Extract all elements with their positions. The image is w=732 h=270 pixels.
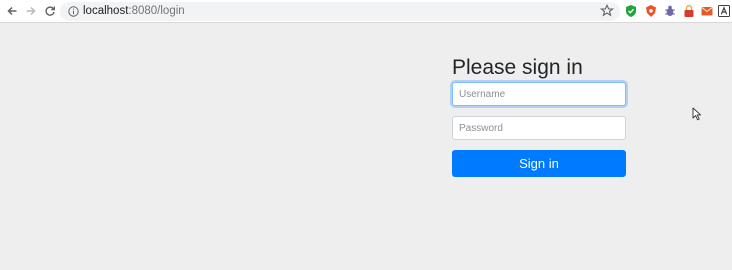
bookmark-star-icon[interactable] bbox=[600, 4, 614, 18]
url-text: localhost:8080/login bbox=[83, 5, 185, 18]
extension-shield-icon[interactable] bbox=[624, 4, 638, 18]
sign-in-button[interactable]: Sign in bbox=[452, 150, 626, 177]
browser-toolbar: localhost:8080/login bbox=[0, 0, 732, 23]
extension-bug-icon[interactable] bbox=[663, 4, 677, 18]
url-host: localhost bbox=[83, 5, 129, 17]
password-input[interactable] bbox=[452, 116, 626, 140]
url-path: :8080/login bbox=[128, 5, 185, 17]
extension-translate-icon[interactable] bbox=[717, 4, 731, 18]
back-icon[interactable] bbox=[5, 4, 19, 18]
forward-icon[interactable] bbox=[24, 4, 38, 18]
username-input[interactable] bbox=[452, 82, 626, 106]
reload-icon[interactable] bbox=[43, 4, 57, 18]
extension-lock-icon[interactable] bbox=[682, 4, 696, 18]
extension-mail-icon[interactable] bbox=[700, 4, 714, 18]
address-bar[interactable]: localhost:8080/login bbox=[60, 2, 620, 21]
extension-brave-icon[interactable] bbox=[644, 4, 658, 18]
page-title: Please sign in bbox=[452, 56, 583, 79]
mouse-cursor-icon bbox=[692, 107, 702, 121]
info-icon[interactable] bbox=[68, 6, 79, 17]
